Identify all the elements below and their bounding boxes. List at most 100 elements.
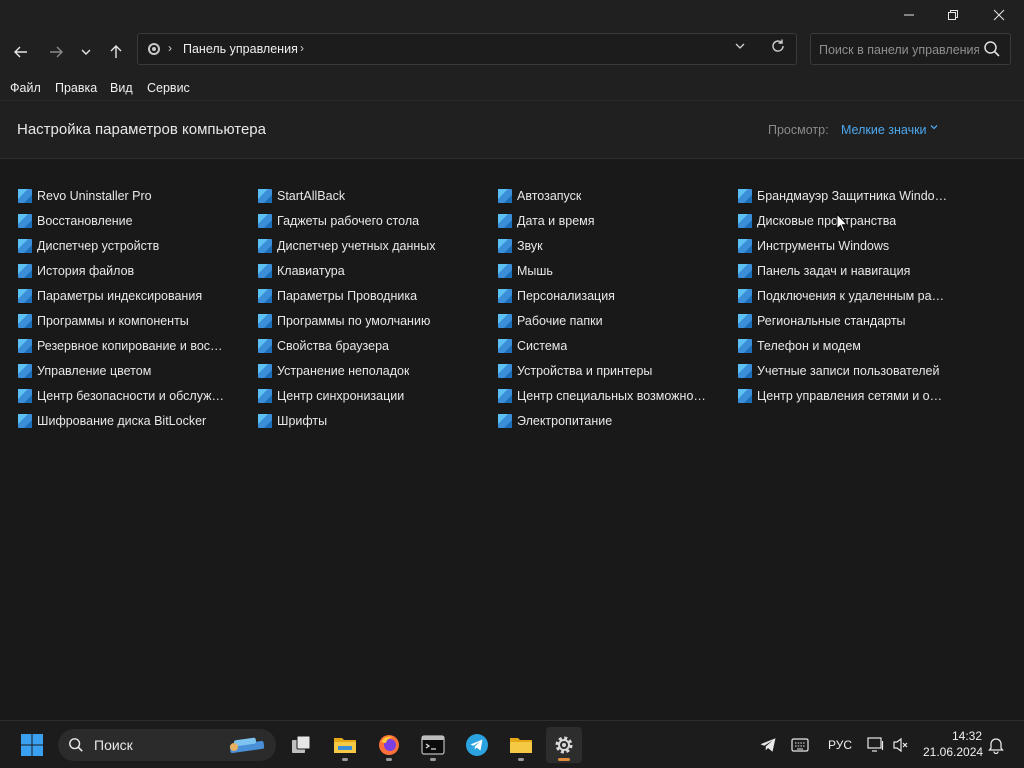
control-panel-item[interactable]: Учетные записи пользователей	[720, 361, 948, 381]
control-panel-item[interactable]: Дата и время	[480, 211, 708, 231]
taskbar-file-explorer[interactable]	[327, 727, 363, 763]
control-panel-applet-icon	[498, 389, 512, 403]
task-view-icon	[292, 735, 311, 753]
control-panel-item[interactable]: Региональные стандарты	[720, 311, 948, 331]
refresh-icon	[772, 39, 784, 52]
menu-file[interactable]: Файл	[10, 81, 41, 95]
control-panel-item[interactable]: Подключения к удаленным рабоч...	[720, 286, 948, 306]
control-panel-item[interactable]: Свойства браузера	[240, 336, 468, 356]
recent-locations-button[interactable]	[72, 38, 100, 66]
item-label: Программы и компоненты	[37, 314, 189, 328]
taskbar-control-panel[interactable]	[546, 727, 582, 763]
tray-keyboard[interactable]	[782, 727, 818, 763]
control-panel-applet-icon	[498, 339, 512, 353]
control-panel-item[interactable]: Программы и компоненты	[0, 311, 228, 331]
control-panel-item[interactable]: Автозапуск	[480, 186, 708, 206]
item-label: Шифрование диска BitLocker	[37, 414, 207, 428]
control-panel-item[interactable]: Диспетчер устройств	[0, 236, 228, 256]
control-panel-item[interactable]: Резервное копирование и восстан...	[0, 336, 228, 356]
control-panel-item[interactable]: Шифрование диска BitLocker	[0, 411, 228, 431]
control-panel-item[interactable]: Звук	[480, 236, 708, 256]
item-label: Дисковые пространства	[757, 214, 897, 228]
menu-view[interactable]: Вид	[110, 81, 133, 95]
control-panel-item[interactable]: Телефон и модем	[720, 336, 948, 356]
control-panel-item[interactable]: Параметры индексирования	[0, 286, 228, 306]
view-mode-dropdown[interactable]: Мелкие значки	[841, 123, 927, 137]
maximize-button[interactable]	[930, 0, 976, 30]
search-icon[interactable]	[983, 40, 1001, 58]
control-panel-item[interactable]: Центр безопасности и обслуживан...	[0, 386, 228, 406]
control-panel-item[interactable]: Мышь	[480, 261, 708, 281]
taskbar-search[interactable]: Поиск	[58, 729, 276, 761]
control-panel-item[interactable]: Шрифты	[240, 411, 468, 431]
tray-volume[interactable]	[883, 727, 919, 763]
chevron-right-icon[interactable]: ›	[300, 41, 304, 55]
item-label: Дата и время	[517, 214, 595, 228]
control-panel-item[interactable]: Центр специальных возможностей	[480, 386, 708, 406]
control-panel-item[interactable]: Центр управления сетями и общи...	[720, 386, 948, 406]
control-panel-item[interactable]: Параметры Проводника	[240, 286, 468, 306]
refresh-button[interactable]	[770, 38, 786, 59]
control-panel-item[interactable]: Система	[480, 336, 708, 356]
taskbar-search-label: Поиск	[94, 737, 133, 753]
control-panel-item[interactable]: История файлов	[0, 261, 228, 281]
control-panel-item[interactable]: StartAllBack	[240, 186, 468, 206]
control-panel-item[interactable]: Revo Uninstaller Pro	[0, 186, 228, 206]
address-history-button[interactable]	[734, 40, 746, 55]
control-panel-item[interactable]: Программы по умолчанию	[240, 311, 468, 331]
control-panel-item[interactable]: Брандмауэр Защитника Windows	[720, 186, 948, 206]
control-panel-item[interactable]: Рабочие папки	[480, 311, 708, 331]
tray-telegram[interactable]	[750, 727, 786, 763]
clock-date[interactable]: 21.06.2024	[923, 745, 983, 759]
search-input[interactable]	[817, 39, 981, 61]
item-label: Учетные записи пользователей	[757, 364, 940, 378]
search-box[interactable]	[810, 33, 1011, 65]
control-panel-item[interactable]: Гаджеты рабочего стола	[240, 211, 468, 231]
control-panel-applet-icon	[498, 239, 512, 253]
minimize-button[interactable]	[886, 0, 932, 30]
control-panel-item[interactable]: Персонализация	[480, 286, 708, 306]
menu-bar: Файл Правка Вид Сервис	[0, 78, 1024, 101]
item-label: Управление цветом	[37, 364, 152, 378]
taskbar-firefox[interactable]	[371, 727, 407, 763]
control-panel-item[interactable]: Устранение неполадок	[240, 361, 468, 381]
control-panel-applet-icon	[258, 339, 272, 353]
control-panel-item[interactable]: Инструменты Windows	[720, 236, 948, 256]
close-button[interactable]	[976, 0, 1022, 30]
item-label: Региональные стандарты	[757, 314, 906, 328]
control-panel-applet-icon	[738, 264, 752, 278]
control-panel-item[interactable]: Дисковые пространства	[720, 211, 948, 231]
start-button[interactable]	[14, 727, 50, 763]
taskbar-terminal[interactable]	[415, 727, 451, 763]
input-language[interactable]: РУС	[828, 738, 852, 752]
taskbar-task-view[interactable]	[283, 727, 319, 763]
address-bar[interactable]: › Панель управления ›	[137, 33, 797, 65]
control-panel-item[interactable]: Устройства и принтеры	[480, 361, 708, 381]
taskbar: Поиск РУС 14:32 21.06.2024	[0, 720, 1024, 768]
control-panel-item[interactable]: Панель задач и навигация	[720, 261, 948, 281]
back-button[interactable]	[7, 38, 35, 66]
control-panel-item[interactable]: Управление цветом	[0, 361, 228, 381]
item-label: Восстановление	[37, 214, 133, 228]
taskbar-telegram[interactable]	[459, 727, 495, 763]
notifications-button[interactable]	[978, 727, 1014, 763]
menu-edit[interactable]: Правка	[55, 81, 97, 95]
item-label: Гаджеты рабочего стола	[277, 214, 420, 228]
control-panel-item[interactable]: Центр синхронизации	[240, 386, 468, 406]
menu-tools[interactable]: Сервис	[147, 81, 190, 95]
arrow-left-icon	[14, 46, 27, 58]
control-panel-item[interactable]: Диспетчер учетных данных	[240, 236, 468, 256]
control-panel-item[interactable]: Электропитание	[480, 411, 708, 431]
breadcrumb-control-panel[interactable]: Панель управления	[183, 42, 298, 56]
taskbar-folder[interactable]	[503, 727, 539, 763]
control-panel-applet-icon	[498, 289, 512, 303]
chevron-right-icon: ›	[168, 41, 172, 55]
control-panel-item[interactable]: Клавиатура	[240, 261, 468, 281]
folder-icon	[334, 738, 356, 753]
control-panel-window: › Панель управления › Файл Правка Вид	[0, 0, 1024, 720]
forward-button[interactable]	[42, 38, 70, 66]
control-panel-applet-icon	[18, 289, 32, 303]
chevron-down-icon[interactable]	[929, 122, 939, 135]
control-panel-item[interactable]: Восстановление	[0, 211, 228, 231]
up-button[interactable]	[102, 38, 130, 66]
